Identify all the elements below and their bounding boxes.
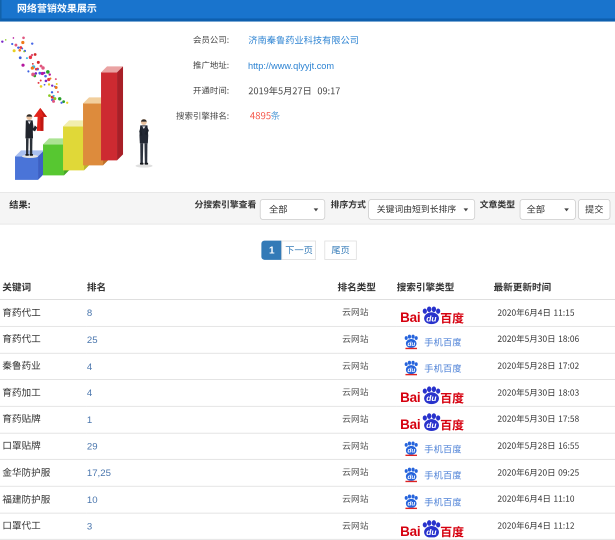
svg-text:du: du [407, 501, 415, 508]
svg-text:du: du [426, 527, 436, 537]
svg-text:Bai: Bai [400, 524, 420, 538]
svg-text:du: du [407, 474, 415, 481]
svg-text:Bai: Bai [400, 417, 420, 431]
svg-text:du: du [407, 447, 415, 454]
svg-text:Bai: Bai [400, 310, 420, 324]
svg-text:du: du [407, 367, 415, 374]
svg-text:du: du [426, 420, 436, 430]
svg-text:Bai: Bai [400, 390, 420, 404]
svg-text:du: du [407, 341, 415, 348]
svg-text:du: du [426, 314, 436, 324]
svg-text:du: du [426, 394, 436, 404]
